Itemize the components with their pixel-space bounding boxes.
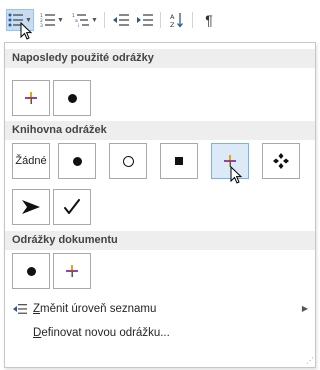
bullet-option-color-cross[interactable] <box>12 80 50 116</box>
chevron-down-icon: ▼ <box>91 16 98 24</box>
numbered-list-icon: 1 2 3 <box>40 13 56 27</box>
define-new-bullet-menu-item[interactable]: Definovat novou odrážku... <box>5 322 315 344</box>
toolbar-divider <box>160 12 161 28</box>
sort-button[interactable]: A Z <box>166 9 188 31</box>
change-list-level-icon <box>13 304 27 314</box>
bullet-option-color-cross[interactable] <box>53 253 91 289</box>
svg-text:A: A <box>170 13 175 21</box>
mouse-pointer-icon <box>20 22 32 40</box>
color-cross-bullet-icon <box>25 92 37 104</box>
bullet-option-black-dot[interactable] <box>53 80 91 116</box>
bullet-library-dropdown: Naposledy použité odrážky Knihovna odráž… <box>4 42 316 368</box>
ribbon-paragraph-toolbar: ▼ 1 2 3 ▼ 1 a i ▼ A Z ¶ <box>0 0 320 40</box>
section-header-document: Odrážky dokumentu <box>5 231 315 250</box>
decrease-indent-button[interactable] <box>110 9 132 31</box>
change-list-level-menu-item[interactable]: Změnit úroveň seznamu ▶ <box>5 298 315 320</box>
color-cross-bullet-icon <box>66 265 78 277</box>
resize-grip-icon[interactable]: ⋰ <box>306 356 314 365</box>
menu-label-text: efinovat novou odrážku... <box>41 327 170 339</box>
pilcrow-icon: ¶ <box>205 12 213 28</box>
bullet-option-four-diamonds[interactable] <box>262 143 300 179</box>
black-square-bullet-icon <box>175 157 183 165</box>
increase-indent-icon <box>137 14 153 26</box>
bullet-option-hollow-circle[interactable] <box>109 143 147 179</box>
section-header-recent: Naposledy použité odrážky <box>5 49 315 68</box>
mouse-pointer-icon <box>230 166 242 184</box>
arrowhead-bullet-icon <box>22 200 40 214</box>
multilevel-list-button[interactable]: 1 a i ▼ <box>70 9 100 31</box>
checkmark-bullet-icon <box>64 199 80 214</box>
toolbar-divider <box>104 12 105 28</box>
black-dot-bullet-icon <box>26 266 36 276</box>
bullet-option-black-square[interactable] <box>160 143 198 179</box>
toolbar-divider <box>192 12 193 28</box>
bullet-option-none[interactable]: Žádné <box>12 143 50 179</box>
none-option-label: Žádné <box>15 155 47 167</box>
chevron-down-icon: ▼ <box>57 16 64 24</box>
define-new-bullet-label: Definovat novou odrážku... <box>33 322 170 344</box>
bullet-option-black-dot[interactable] <box>58 143 96 179</box>
decrease-indent-icon <box>113 14 129 26</box>
submenu-arrow-icon: ▶ <box>301 304 308 313</box>
svg-text:3: 3 <box>40 23 43 27</box>
sort-az-icon: A Z <box>170 13 183 28</box>
show-formatting-marks-button[interactable]: ¶ <box>198 9 220 31</box>
increase-indent-button[interactable] <box>134 9 156 31</box>
bullet-option-checkmark[interactable] <box>53 189 91 225</box>
change-list-level-label: Změnit úroveň seznamu <box>33 298 156 320</box>
bullet-option-arrowhead[interactable] <box>12 189 50 225</box>
menu-label-text: měnit úroveň seznamu <box>40 303 157 315</box>
four-diamonds-bullet-icon <box>273 153 289 169</box>
svg-text:Z: Z <box>170 21 175 28</box>
numbering-button[interactable]: 1 2 3 ▼ <box>38 9 66 31</box>
hollow-circle-bullet-icon <box>122 155 134 167</box>
hotkey-letter: Z <box>33 303 41 315</box>
black-dot-bullet-icon <box>67 93 77 103</box>
section-header-library: Knihovna odrážek <box>5 121 315 140</box>
svg-text:i: i <box>78 23 79 27</box>
multilevel-list-icon: 1 a i <box>72 13 90 27</box>
bullet-option-black-dot[interactable] <box>12 253 50 289</box>
black-dot-bullet-icon <box>72 156 82 166</box>
